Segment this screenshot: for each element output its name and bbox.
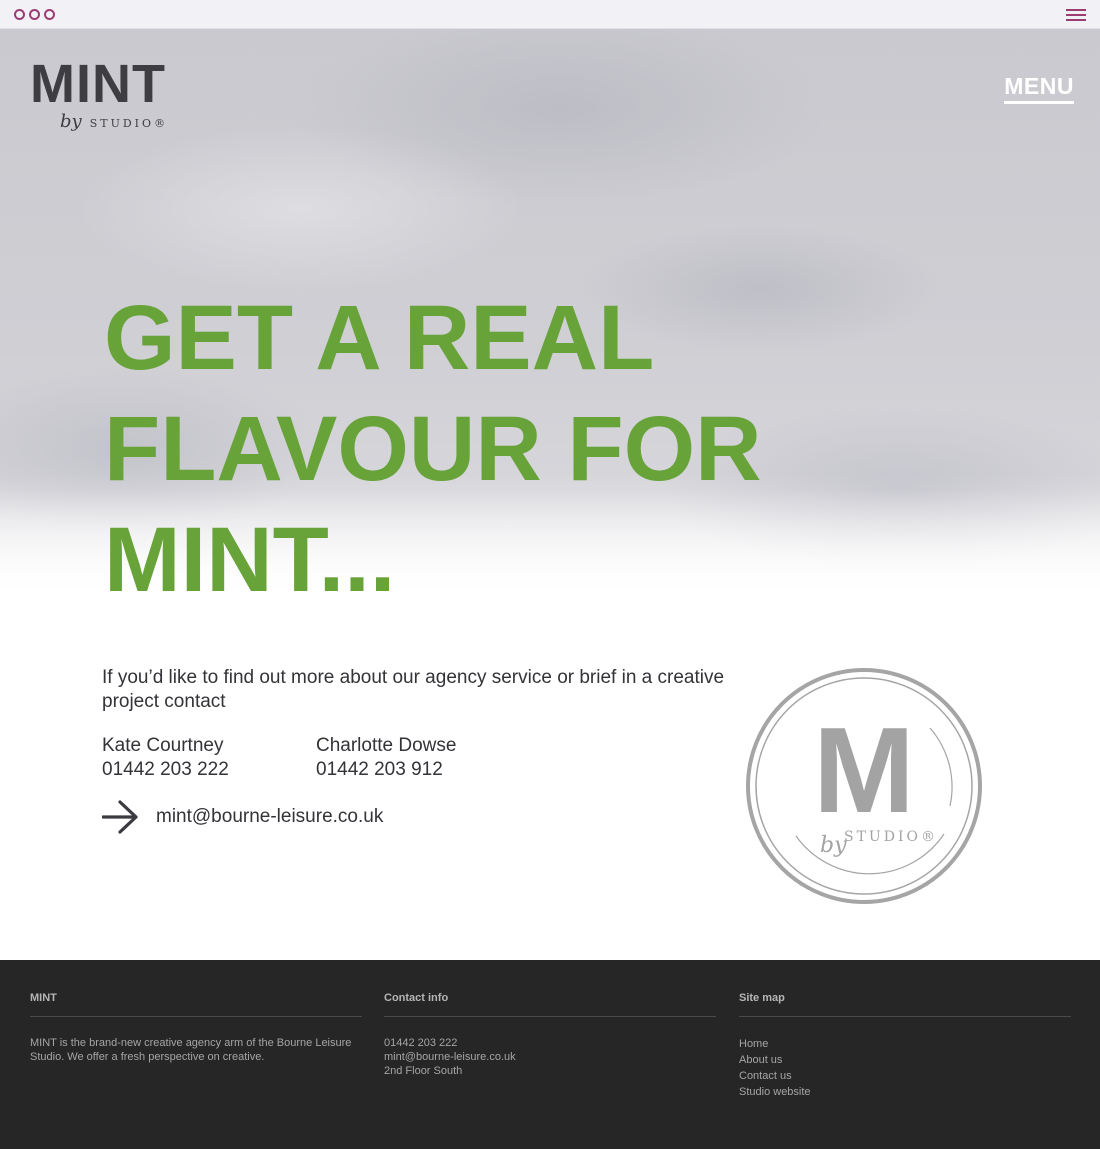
footer-link-studio[interactable]: Studio website	[739, 1084, 1071, 1100]
headline-line-1: GET A REAL	[104, 287, 655, 389]
badge-letter: M	[813, 702, 915, 838]
footer-contact-info: Contact info 01442 203 222 mint@bourne-l…	[384, 992, 716, 1078]
footer-contact-lines: 01442 203 222 mint@bourne-leisure.co.uk …	[384, 1036, 716, 1078]
mint-badge-logo: M by STUDIO®	[744, 666, 984, 906]
browser-top-bar	[0, 0, 1100, 29]
window-dot	[29, 9, 40, 20]
window-dots-icon	[14, 9, 55, 20]
badge-studio: STUDIO®	[844, 829, 938, 845]
footer-about: MINT MINT is the brand-new creative agen…	[30, 992, 362, 1064]
logo-by: by	[60, 111, 82, 132]
footer-sitemap-title: Site map	[739, 992, 1071, 1017]
contact-phone[interactable]: 01442 203 222	[102, 758, 229, 782]
footer-sitemap-list: Home About us Contact us Studio website	[739, 1036, 1071, 1100]
contact-name: Kate Courtney	[102, 735, 224, 756]
hero-headline: GET A REAL FLAVOUR FOR MINT...	[104, 283, 762, 599]
hamburger-icon[interactable]	[1066, 9, 1086, 21]
footer-link-home[interactable]: Home	[739, 1036, 1071, 1052]
footer-contact-address: 2nd Floor South	[384, 1065, 463, 1077]
mint-logo[interactable]: MINT by STUDIO®	[30, 57, 200, 137]
footer-about-title: MINT	[30, 992, 362, 1017]
footer-link-contact[interactable]: Contact us	[739, 1068, 1071, 1084]
email-link[interactable]: mint@bourne-leisure.co.uk	[156, 806, 383, 828]
window-dot	[44, 9, 55, 20]
contact-intro: If you’d like to find out more about our…	[102, 667, 725, 712]
menu-link[interactable]: MENU	[1004, 73, 1074, 104]
email-row: mint@bourne-leisure.co.uk	[102, 798, 383, 836]
contact-name: Charlotte Dowse	[316, 735, 457, 756]
footer-contact-email[interactable]: mint@bourne-leisure.co.uk	[384, 1050, 716, 1064]
hero-section: MINT by STUDIO® MENU GET A REAL FLAVOUR …	[0, 29, 1100, 599]
headline-line-3: MINT...	[104, 509, 396, 599]
footer-about-text: MINT is the brand-new creative agency ar…	[30, 1037, 352, 1063]
footer-contact-phone[interactable]: 01442 203 222	[384, 1036, 716, 1050]
footer-contact-title: Contact info	[384, 992, 716, 1017]
headline-line-2: FLAVOUR FOR	[104, 398, 762, 500]
contact-person: Kate Courtney 01442 203 222	[102, 734, 229, 782]
window-dot	[14, 9, 25, 20]
arrow-right-icon	[102, 798, 140, 836]
footer-link-about[interactable]: About us	[739, 1052, 1071, 1068]
footer-site-map: Site map Home About us Contact us Studio…	[739, 992, 1071, 1100]
site-footer: MINT MINT is the brand-new creative agen…	[0, 960, 1100, 1149]
logo-subline: by STUDIO®	[60, 111, 168, 132]
contact-phone[interactable]: 01442 203 912	[316, 758, 456, 782]
contact-person: Charlotte Dowse 01442 203 912	[316, 734, 456, 782]
logo-studio: STUDIO®	[89, 117, 169, 130]
logo-wordmark: MINT	[30, 54, 166, 114]
